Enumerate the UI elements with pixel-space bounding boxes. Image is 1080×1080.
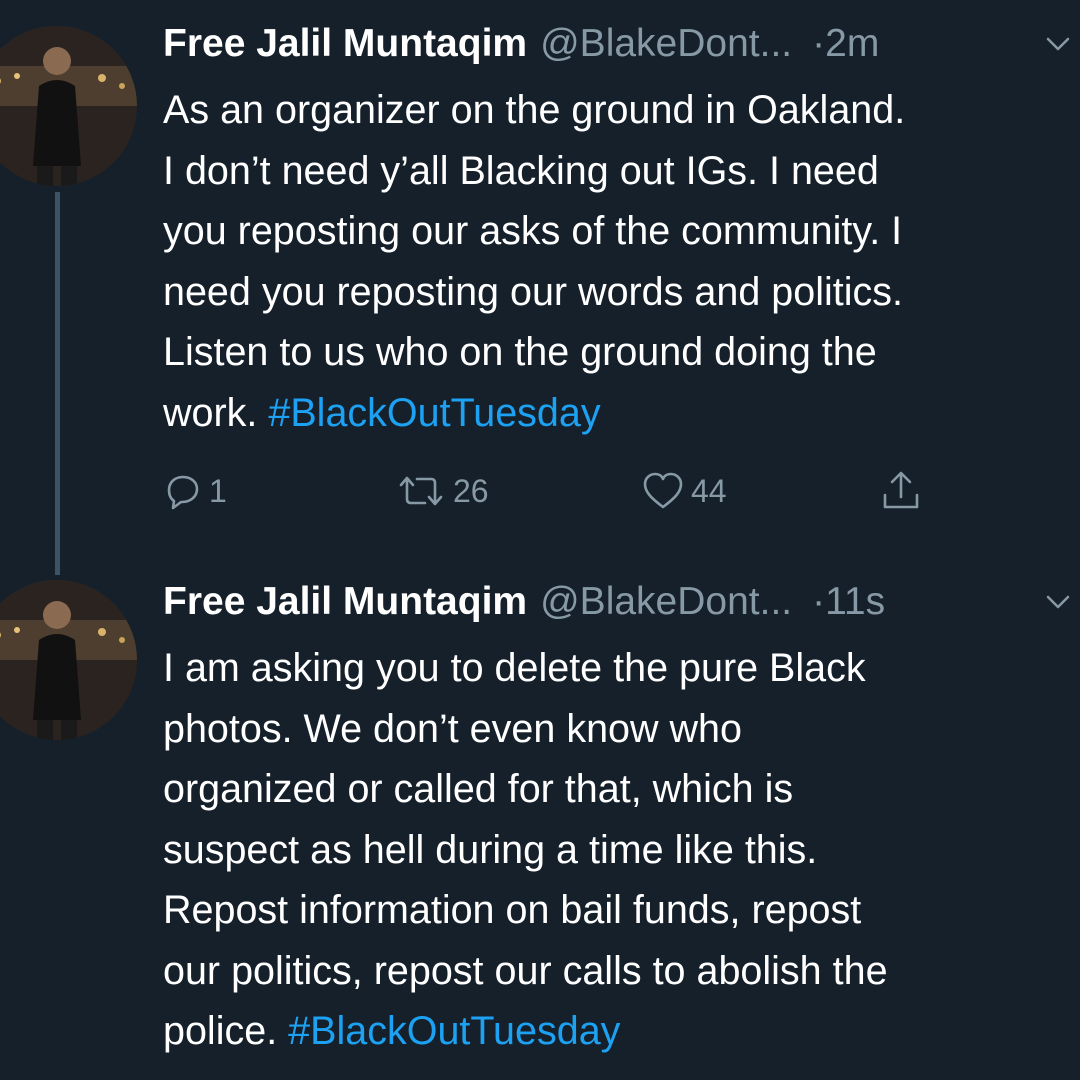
tweet-actions: 1 26 44 [163,466,943,516]
separator-dot: · [812,22,826,65]
avatar[interactable] [0,26,137,186]
reply-count: 1 [209,472,227,509]
tweet[interactable]: Free Jalil Muntaqim @BlakeDont... · 2m A… [0,0,1080,575]
tweet-body: As an organizer on the ground in Oakland… [163,88,906,435]
like-count: 44 [691,472,727,509]
hashtag-link[interactable]: #BlackOutTuesday [288,1009,620,1053]
timestamp[interactable]: 2m [825,16,879,72]
tweet-text: As an organizer on the ground in Oakland… [163,80,1068,443]
tweet-body: I am asking you to delete the pure Black… [163,646,888,1053]
timestamp[interactable]: 11s [825,574,885,630]
chevron-down-icon[interactable] [1044,30,1072,58]
user-handle[interactable]: @BlakeDont... [540,574,792,630]
reply-icon [167,475,199,510]
tweet-header: Free Jalil Muntaqim @BlakeDont... · 2m [163,16,1070,72]
separator-dot: · [812,580,826,623]
thread-line [55,192,60,575]
avatar-photo [0,580,137,740]
display-name[interactable]: Free Jalil Muntaqim [163,574,527,630]
like-button[interactable]: 44 [641,466,727,516]
avatar[interactable] [0,580,137,740]
retweet-button[interactable]: 26 [395,466,489,516]
share-button[interactable] [879,466,923,516]
user-handle[interactable]: @BlakeDont... [540,16,792,72]
tweet-header: Free Jalil Muntaqim @BlakeDont... · 11s [163,574,1070,630]
display-name[interactable]: Free Jalil Muntaqim [163,16,527,72]
hashtag-link[interactable]: #BlackOutTuesday [268,391,600,435]
heart-icon [643,472,683,509]
retweet-count: 26 [453,472,489,509]
avatar-photo [0,26,137,186]
chevron-down-icon[interactable] [1044,588,1072,616]
tweet-text: I am asking you to delete the pure Black… [163,638,1068,1062]
share-icon [883,471,919,509]
reply-button[interactable]: 1 [163,466,227,516]
retweet-icon [399,476,443,506]
